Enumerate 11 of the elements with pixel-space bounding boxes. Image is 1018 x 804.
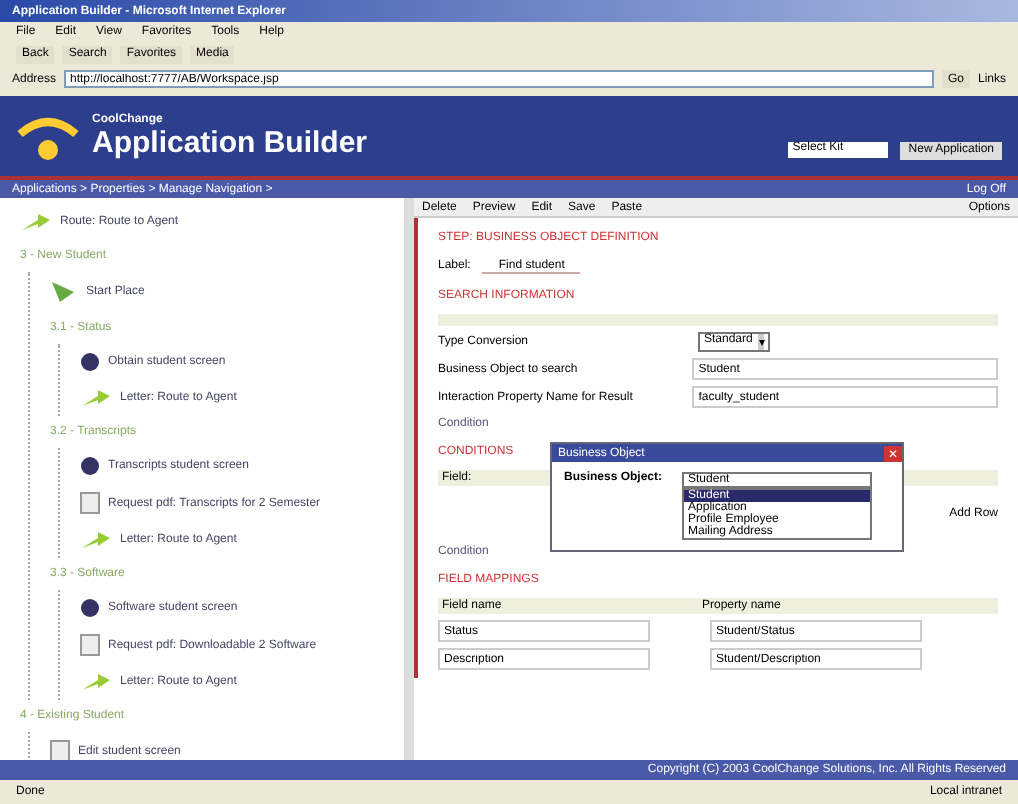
document-icon [80, 492, 100, 514]
document-icon [80, 634, 100, 656]
app-title: Application Builder [92, 125, 368, 159]
arrow-icon [20, 212, 52, 232]
globe-icon [80, 352, 100, 372]
arrow-icon [80, 388, 112, 408]
arrow-icon [80, 672, 112, 692]
globe-icon [80, 456, 100, 476]
globe-icon [80, 598, 100, 618]
arrow-icon [80, 530, 112, 550]
flag-icon [50, 280, 78, 304]
